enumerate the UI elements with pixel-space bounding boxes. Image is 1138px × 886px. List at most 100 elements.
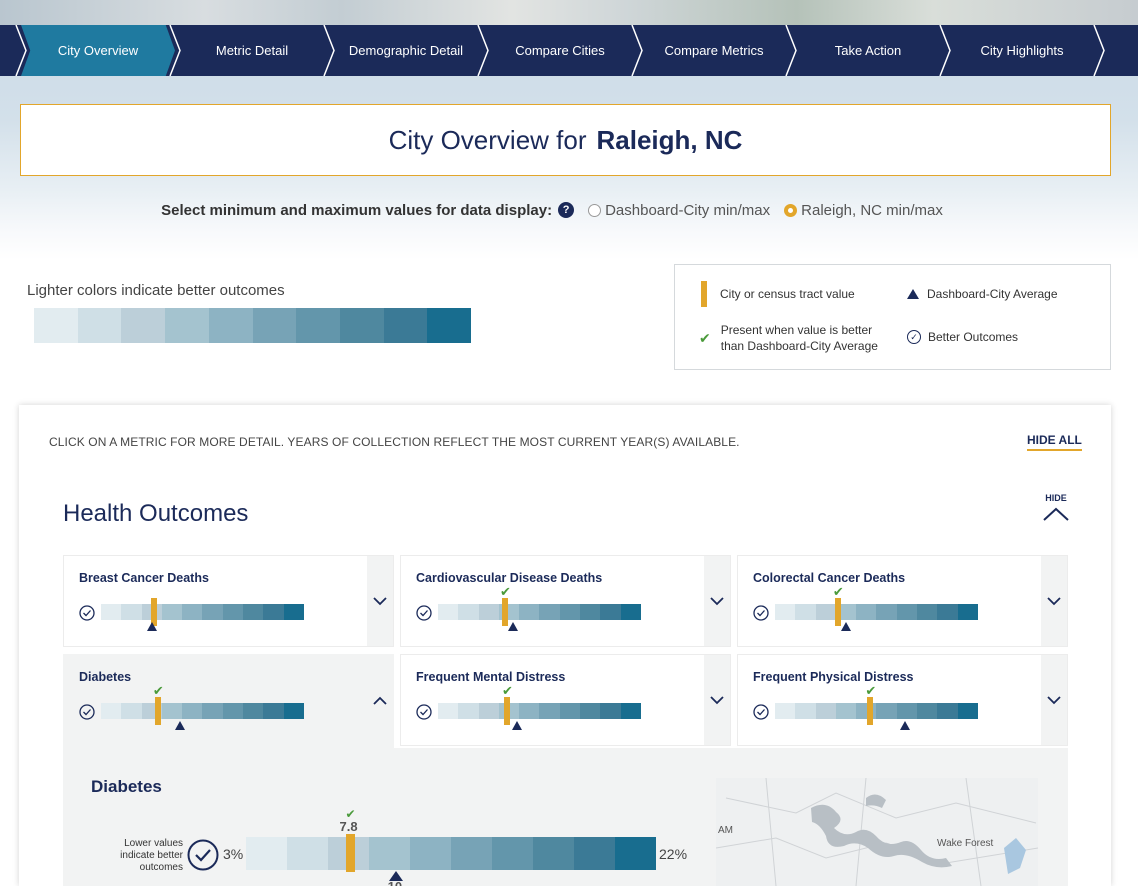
metric-scale-step [121, 703, 142, 719]
metric-scale-step [438, 604, 459, 620]
chevron-down-icon [710, 695, 724, 704]
legend-average-label: Dashboard-City Average [927, 287, 1058, 301]
radio-city-min-max[interactable]: Raleigh, NC min/max [784, 202, 943, 219]
page-title-city: Raleigh, NC [596, 124, 743, 155]
color-scale-step [252, 308, 297, 343]
metric-scale-step [856, 604, 877, 620]
metric-scale-step [580, 604, 601, 620]
help-icon[interactable]: ? [558, 202, 575, 218]
nav-separator [1092, 25, 1106, 76]
metric-scale-step [775, 703, 796, 719]
map-label-am: AM [718, 825, 733, 836]
metric-value-marker [501, 598, 508, 626]
legend: City or census tract value Dashboard-Cit… [674, 264, 1111, 370]
metric-scale-step [876, 703, 897, 719]
nav-tab-label: Metric Detail [215, 43, 289, 58]
color-scale-step [34, 308, 78, 343]
metric-scale-step [937, 703, 958, 719]
metric-scale-step [458, 604, 479, 620]
metric-scale-step [222, 604, 244, 620]
metric-value-marker [867, 697, 874, 725]
nav-tab-metric-detail[interactable]: Metric Detail [175, 25, 329, 76]
check-icon: ✔ [502, 683, 513, 698]
metric-scale-step [283, 604, 304, 620]
panel-instructions: CLICK ON A METRIC FOR MORE DETAIL. YEARS… [49, 435, 740, 449]
nav-tab-take-action[interactable]: Take Action [791, 25, 945, 76]
circle-check-icon [416, 704, 432, 720]
nav-tab-compare-cities[interactable]: Compare Cities [483, 25, 637, 76]
nav-tab-label: Demographic Detail [348, 43, 464, 58]
nav-tab-demographic-detail[interactable]: Demographic Detail [329, 25, 483, 76]
metric-scale-step [559, 703, 581, 719]
hide-section-button[interactable]: HIDE [1041, 493, 1071, 521]
chevron-down-icon [1047, 596, 1061, 605]
radio-city-min-max-label: Raleigh, NC min/max [801, 201, 943, 219]
average-triangle-icon [907, 289, 919, 299]
detail-value: 7.8 [339, 819, 358, 834]
nav-separator [784, 25, 798, 76]
expand-button[interactable] [1041, 655, 1067, 745]
nav-tab-city-highlights[interactable]: City Highlights [945, 25, 1099, 76]
circle-check-icon [187, 839, 219, 871]
metric-scale-step [795, 703, 816, 719]
metric-scale-step [263, 604, 284, 620]
metric-scale-step [539, 604, 560, 620]
metric-scale-step [620, 604, 641, 620]
color-scale-label: Lighter colors indicate better outcomes [27, 282, 285, 299]
nav-tab-label: Compare Metrics [664, 43, 764, 58]
metric-card-colorectal-cancer-deaths[interactable]: Colorectal Cancer Deaths ✔ [737, 555, 1068, 647]
check-icon: ✔ [832, 584, 844, 599]
nav-tab-label: Take Action [834, 43, 902, 58]
metric-scale-step [182, 703, 203, 719]
expand-button[interactable] [1041, 556, 1067, 646]
radio-dashboard-city-dot[interactable] [588, 203, 602, 217]
expand-button[interactable] [367, 556, 393, 646]
color-scale-step [339, 308, 384, 343]
metric-scale-step [182, 604, 203, 620]
metric-color-scale [438, 703, 641, 719]
detail-color-scale [246, 837, 656, 870]
metric-scale-step [478, 604, 499, 620]
metric-scale-step [795, 604, 816, 620]
radio-dashboard-city[interactable]: Dashboard-City min/max [588, 202, 770, 219]
color-scale-step [208, 308, 253, 343]
chevron-down-icon [1047, 695, 1061, 704]
metric-scale-step [835, 703, 857, 719]
metric-scale-step [202, 604, 223, 620]
collapse-button[interactable] [367, 655, 393, 745]
detail-title: Diabetes [91, 777, 162, 796]
check-icon: ✔ [152, 683, 164, 698]
expand-button[interactable] [704, 556, 730, 646]
metric-scale-step [539, 703, 560, 719]
circle-check-icon [753, 704, 769, 720]
metric-card-title: Diabetes [79, 670, 132, 684]
nav-tab-label: City Highlights [980, 43, 1064, 58]
metric-card-diabetes[interactable]: Diabetes ✔ [63, 654, 394, 748]
nav-separator [476, 25, 490, 76]
nav-tab-city-overview[interactable]: City Overview [21, 25, 175, 76]
circle-check-icon [79, 704, 95, 720]
metric-scale-step [580, 703, 601, 719]
metric-color-scale [438, 604, 641, 620]
hide-all-button[interactable]: HIDE ALL [1027, 433, 1082, 451]
detail-scale-step [574, 837, 615, 870]
nav-tab-label: City Overview [57, 43, 139, 58]
section-title: Health Outcomes [63, 500, 249, 527]
metric-average-triangle [899, 721, 910, 730]
radio-city-min-max-dot[interactable] [784, 203, 798, 217]
legend-better: ✔ Present when value is better than Dash… [699, 322, 878, 354]
city-map[interactable]: AM Wake Forest [716, 778, 1038, 886]
nav-tab-compare-metrics[interactable]: Compare Metrics [637, 25, 791, 76]
metric-card-breast-cancer-deaths[interactable]: Breast Cancer Deaths [63, 555, 394, 647]
expand-button[interactable] [704, 655, 730, 745]
metric-scale-step [478, 703, 499, 719]
metric-scale-step [917, 604, 938, 620]
map-label-wake-forest: Wake Forest [937, 838, 994, 849]
metric-scale-step [519, 604, 540, 620]
metric-card-cardiovascular-disease-deaths[interactable]: Cardiovascular Disease Deaths ✔ [400, 555, 731, 647]
metric-card-frequent-physical-distress[interactable]: Frequent Physical Distress ✔ [737, 654, 1068, 746]
metric-average-triangle [146, 622, 157, 631]
metric-scale-step [815, 604, 836, 620]
metric-card-frequent-mental-distress[interactable]: Frequent Mental Distress ✔ [400, 654, 731, 746]
metric-scale-step [283, 703, 304, 719]
